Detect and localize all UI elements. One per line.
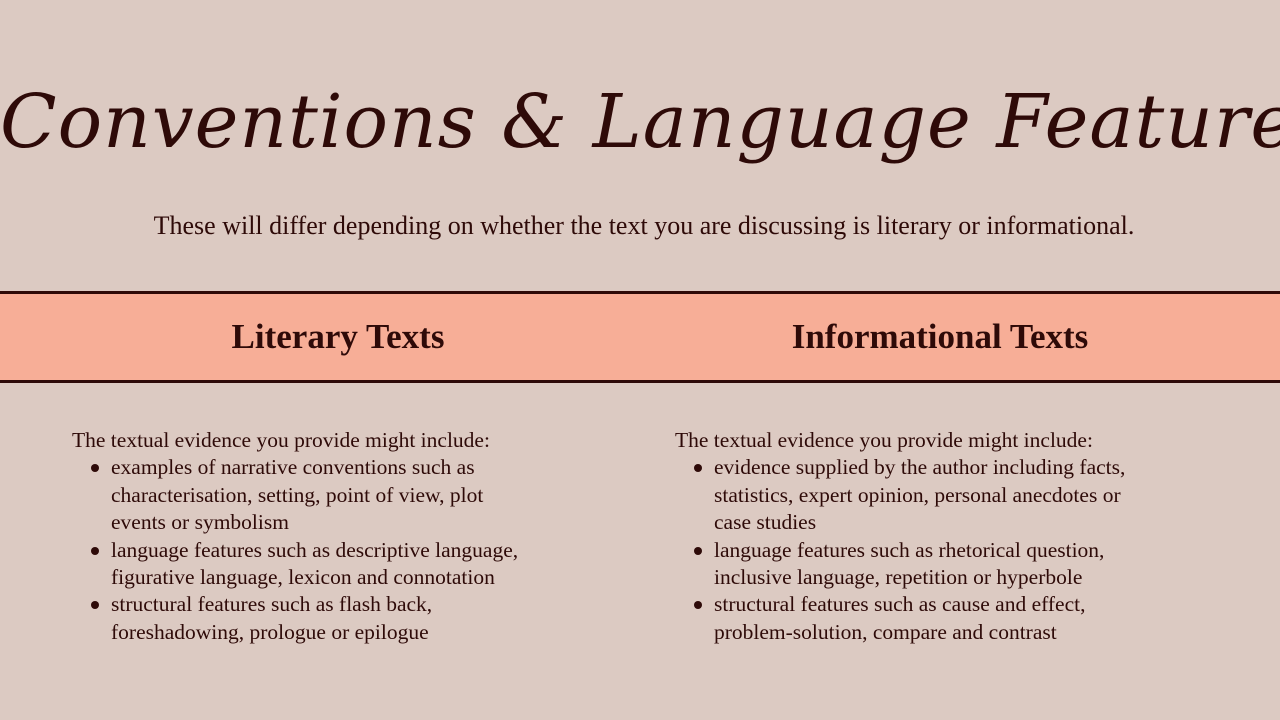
list-item-line: events or symbolism — [111, 510, 289, 535]
literary-texts-heading: Literary Texts — [231, 317, 445, 356]
column-headings-band: Literary Texts Informational Texts — [0, 291, 1280, 383]
list-item-line: problem-solution, compare and contrast — [714, 619, 1057, 644]
informational-texts-column: The textual evidence you provide might i… — [675, 427, 1235, 646]
page-subtitle: These will differ depending on whether t… — [153, 211, 1135, 240]
list-item-line: evidence supplied by the author includin… — [714, 455, 1126, 480]
informational-intro: The textual evidence you provide might i… — [675, 428, 1093, 452]
informational-texts-heading: Informational Texts — [791, 317, 1089, 356]
literary-intro: The textual evidence you provide might i… — [72, 428, 490, 452]
list-item-line: examples of narrative conventions such a… — [111, 455, 475, 480]
list-item: structural features such as flash back, … — [91, 591, 632, 646]
list-item-line: foreshadowing, prologue or epilogue — [111, 619, 429, 644]
list-item-line: statistics, expert opinion, personal ane… — [714, 482, 1121, 507]
list-item: language features such as rhetorical que… — [694, 537, 1235, 592]
literary-texts-column: The textual evidence you provide might i… — [72, 427, 632, 646]
list-item: language features such as descriptive la… — [91, 537, 632, 592]
page-title: Conventions & Language Features — [0, 79, 1280, 165]
list-item-line: case studies — [714, 510, 817, 535]
list-item: structural features such as cause and ef… — [694, 591, 1235, 646]
literary-points-list: examples of narrative conventions such a… — [72, 454, 632, 646]
list-item: examples of narrative conventions such a… — [91, 454, 632, 536]
informational-points-list: evidence supplied by the author includin… — [675, 454, 1235, 646]
list-item-line: figurative language, lexicon and connota… — [111, 565, 495, 590]
list-item-line: language features such as rhetorical que… — [714, 537, 1105, 562]
list-item-line: structural features such as flash back, — [111, 592, 433, 617]
list-item-line: inclusive language, repetition or hyperb… — [714, 565, 1083, 590]
list-item-line: language features such as descriptive la… — [111, 537, 519, 562]
list-item: evidence supplied by the author includin… — [694, 454, 1235, 536]
list-item-line: characterisation, setting, point of view… — [111, 482, 484, 507]
list-item-line: structural features such as cause and ef… — [714, 592, 1086, 617]
